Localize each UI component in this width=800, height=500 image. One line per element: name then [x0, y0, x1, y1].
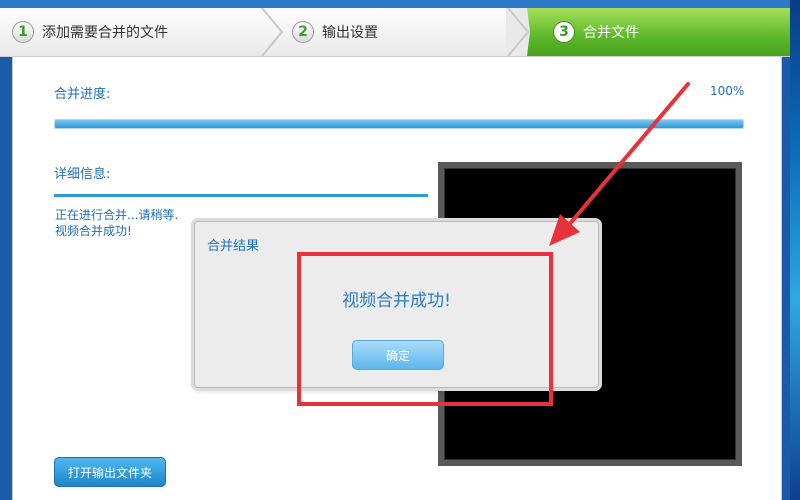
progress-bar [54, 119, 744, 129]
step-separator-2 [506, 8, 530, 56]
step-label-merge-files: 合并文件 [583, 25, 639, 41]
step-add-files[interactable]: 1 添加需要合并的文件 [12, 8, 168, 56]
window-top-strip [0, 0, 800, 8]
details-log: 正在进行合并...请稍等. 视频合并成功! [55, 207, 178, 239]
details-divider [54, 194, 428, 197]
log-line: 视频合并成功! [55, 224, 132, 238]
wizard-stepbar: 1 添加需要合并的文件 2 输出设置 3 合并文件 [0, 8, 790, 57]
step-number-3: 3 [553, 21, 575, 43]
progress-bar-fill [55, 120, 743, 128]
step-merge-files[interactable]: 3 合并文件 [553, 8, 639, 56]
details-label: 详细信息: [54, 167, 111, 182]
step-label-add-files: 添加需要合并的文件 [42, 25, 168, 41]
step-separator-1 [261, 8, 284, 56]
progress-label: 合并进度: [54, 87, 111, 102]
annotation-highlight-box [297, 252, 553, 406]
open-output-folder-button[interactable]: 打开输出文件夹 [54, 457, 166, 487]
desktop-wallpaper [790, 0, 800, 500]
progress-percent: 100% [710, 84, 745, 98]
step-label-output-settings: 输出设置 [322, 25, 378, 41]
step-number-1: 1 [12, 21, 34, 43]
log-line: 正在进行合并...请稍等. [55, 208, 179, 222]
step-number-2: 2 [292, 21, 314, 43]
dialog-title: 合并结果 [207, 239, 260, 254]
step-output-settings[interactable]: 2 输出设置 [292, 8, 378, 56]
